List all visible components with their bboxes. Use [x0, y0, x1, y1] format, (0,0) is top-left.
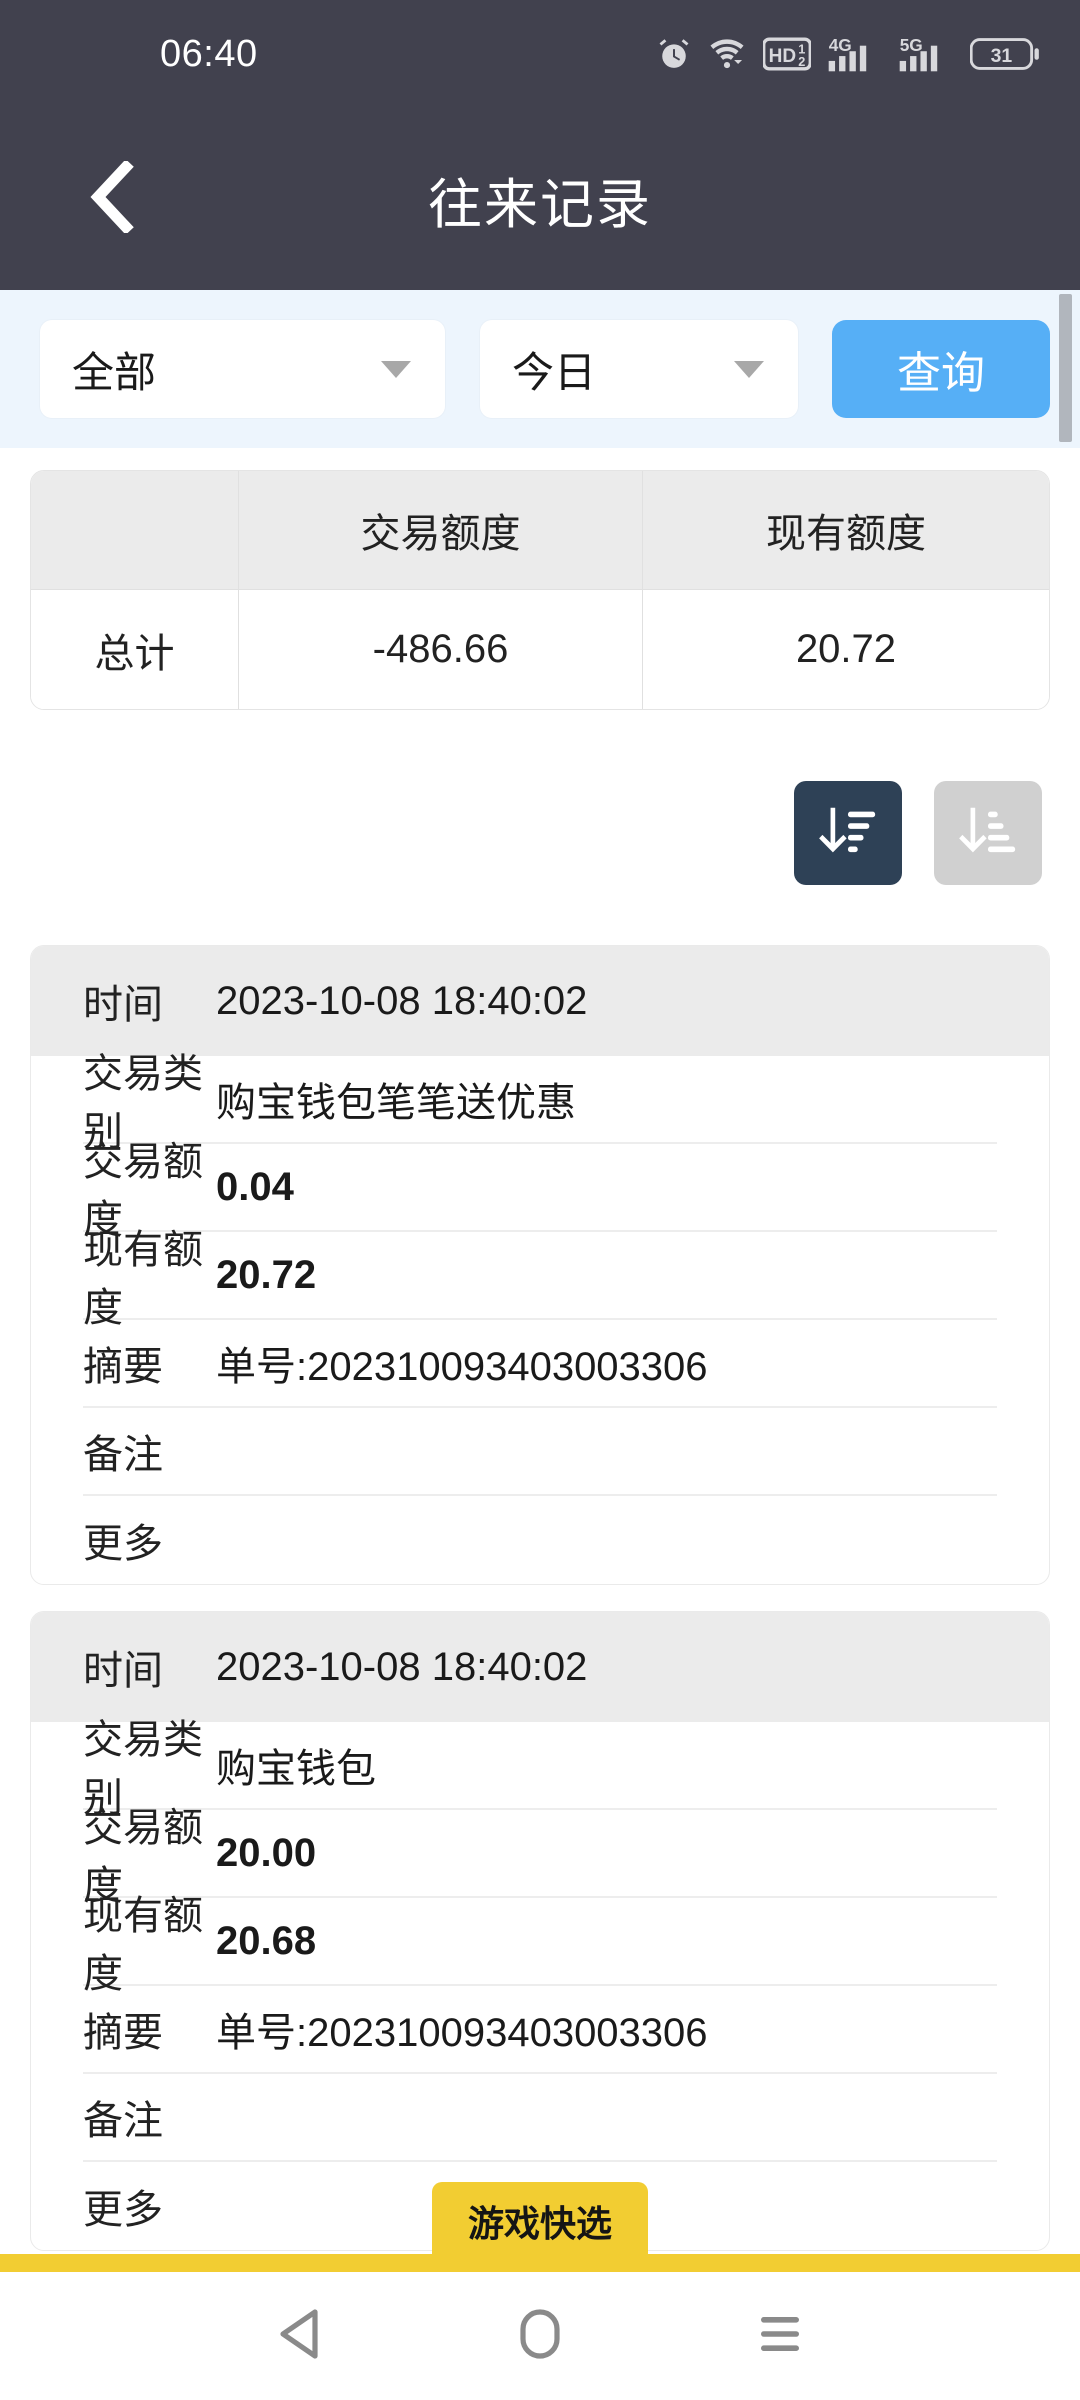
transaction-card-body: 交易类别 购宝钱包笔笔送优惠 交易额度 0.04 现有额度 20.72 摘要 单… [31, 1052, 1049, 1584]
date-range-select[interactable]: 今日 [480, 320, 798, 418]
transaction-time-label: 时间 [83, 1649, 163, 1693]
status-bar-icons: HD 1 2 4G 5G 31 [657, 36, 1040, 72]
triangle-back-icon [277, 2308, 323, 2365]
hamburger-recents-icon [757, 2313, 803, 2360]
alarm-icon [657, 37, 691, 71]
summary-table-row: 总计 -486.66 20.72 [31, 589, 1049, 709]
chevron-down-icon [734, 360, 764, 378]
summary-table-header-row: 交易额度 现有额度 [31, 471, 1049, 589]
transaction-field-row: 备注 [83, 1408, 997, 1496]
transaction-field-row: 备注 [83, 2074, 997, 2162]
nav-home-button[interactable] [485, 2281, 595, 2391]
summary-row-current-balance: 20.72 [643, 589, 1049, 709]
sort-descending-icon [817, 800, 879, 867]
field-label: 备注 [83, 2099, 163, 2143]
field-label: 更多 [83, 2188, 163, 2232]
summary-header-blank [31, 471, 239, 589]
status-bar: 06:40 HD 1 2 4G 5G 31 [0, 0, 1080, 108]
field-value: 单号:202310093403003306 [216, 1345, 708, 1389]
transaction-type-value: 全部 [72, 348, 157, 396]
transaction-time-row: 时间 2023-10-08 18:40:02 [31, 1612, 1049, 1722]
transaction-card[interactable]: 时间 2023-10-08 18:40:02 交易类别 购宝钱包 交易额度 20… [30, 1611, 1050, 2251]
transaction-time-value: 2023-10-08 18:40:02 [216, 1644, 588, 1689]
summary-row-transaction-amount: -486.66 [239, 589, 643, 709]
field-value: 0.04 [216, 1164, 294, 1209]
sort-descending-button[interactable] [794, 781, 902, 885]
field-value: 单号:202310093403003306 [216, 2011, 708, 2055]
transaction-time-label: 时间 [83, 983, 163, 1027]
sort-controls [0, 778, 1080, 888]
page-title: 往来记录 [428, 174, 652, 235]
sort-ascending-button[interactable] [934, 781, 1042, 885]
summary-header-current-balance: 现有额度 [766, 512, 926, 556]
home-pill-icon [519, 2308, 561, 2365]
transaction-field-row: 交易额度 20.00 [83, 1806, 997, 1908]
app-bar: 往来记录 [0, 108, 1080, 290]
status-bar-clock: 06:40 [160, 32, 258, 75]
transaction-field-row: 摘要 单号:202310093403003306 [83, 1320, 997, 1408]
nav-back-button[interactable] [245, 2281, 355, 2391]
battery-level-text: 31 [991, 45, 1013, 67]
field-label: 摘要 [83, 1345, 163, 1389]
sort-ascending-icon [957, 800, 1019, 867]
transaction-field-row: 交易类别 购宝钱包 [83, 1718, 997, 1820]
svg-text:5G: 5G [900, 36, 923, 55]
phone-screen: 06:40 HD 1 2 4G 5G 31 往来记录 全部 今日 查询 交易额度… [0, 0, 1080, 2400]
nav-recents-button[interactable] [725, 2281, 835, 2391]
transaction-field-row: 交易类别 购宝钱包笔笔送优惠 [83, 1052, 997, 1154]
field-value: 20.68 [216, 1918, 317, 1963]
hd-volte-icon: HD 1 2 [763, 37, 811, 71]
transaction-more-button[interactable]: 更多 [83, 1496, 997, 1584]
page-scrollbar[interactable] [1059, 294, 1072, 442]
date-range-value: 今日 [512, 348, 597, 396]
transaction-card-body: 交易类别 购宝钱包 交易额度 20.00 现有额度 20.68 摘要 单号:20… [31, 1718, 1049, 2250]
5g-signal-icon: 5G [899, 36, 953, 72]
transaction-time-value: 2023-10-08 18:40:02 [216, 978, 588, 1023]
svg-text:HD: HD [769, 46, 797, 67]
transaction-type-select[interactable]: 全部 [40, 320, 445, 418]
svg-text:4G: 4G [829, 36, 852, 55]
summary-row-label: 总计 [31, 589, 239, 709]
transaction-card[interactable]: 时间 2023-10-08 18:40:02 交易类别 购宝钱包笔笔送优惠 交易… [30, 945, 1050, 1585]
transaction-field-row: 交易额度 0.04 [83, 1140, 997, 1242]
transaction-field-row: 现有额度 20.72 [83, 1228, 997, 1330]
field-value: 购宝钱包笔笔送优惠 [216, 1081, 576, 1125]
transaction-list: 时间 2023-10-08 18:40:02 交易类别 购宝钱包笔笔送优惠 交易… [0, 945, 1080, 2265]
svg-text:2: 2 [798, 55, 805, 69]
query-button[interactable]: 查询 [832, 320, 1050, 418]
transaction-field-row: 摘要 单号:202310093403003306 [83, 1986, 997, 2074]
4g-signal-icon: 4G [828, 36, 882, 72]
android-nav-bar [0, 2272, 1080, 2400]
filter-bar: 全部 今日 查询 [0, 290, 1080, 448]
field-value: 20.00 [216, 1830, 317, 1875]
field-label: 更多 [83, 1522, 163, 1566]
field-label: 现有额度 [83, 1228, 203, 1330]
transaction-time-row: 时间 2023-10-08 18:40:02 [31, 946, 1049, 1056]
game-quick-select-tab[interactable]: 游戏快选 [432, 2182, 648, 2260]
transaction-field-row: 现有额度 20.68 [83, 1894, 997, 1996]
field-value: 购宝钱包 [216, 1747, 376, 1791]
battery-icon: 31 [970, 36, 1040, 72]
chevron-down-icon [381, 360, 411, 378]
wifi-icon [708, 37, 746, 71]
field-label: 摘要 [83, 2011, 163, 2055]
field-label: 现有额度 [83, 1894, 203, 1996]
summary-table: 交易额度 现有额度 总计 -486.66 20.72 [30, 470, 1050, 710]
field-value: 20.72 [216, 1252, 317, 1297]
summary-header-transaction-amount: 交易额度 [239, 471, 643, 589]
field-label: 备注 [83, 1433, 163, 1477]
